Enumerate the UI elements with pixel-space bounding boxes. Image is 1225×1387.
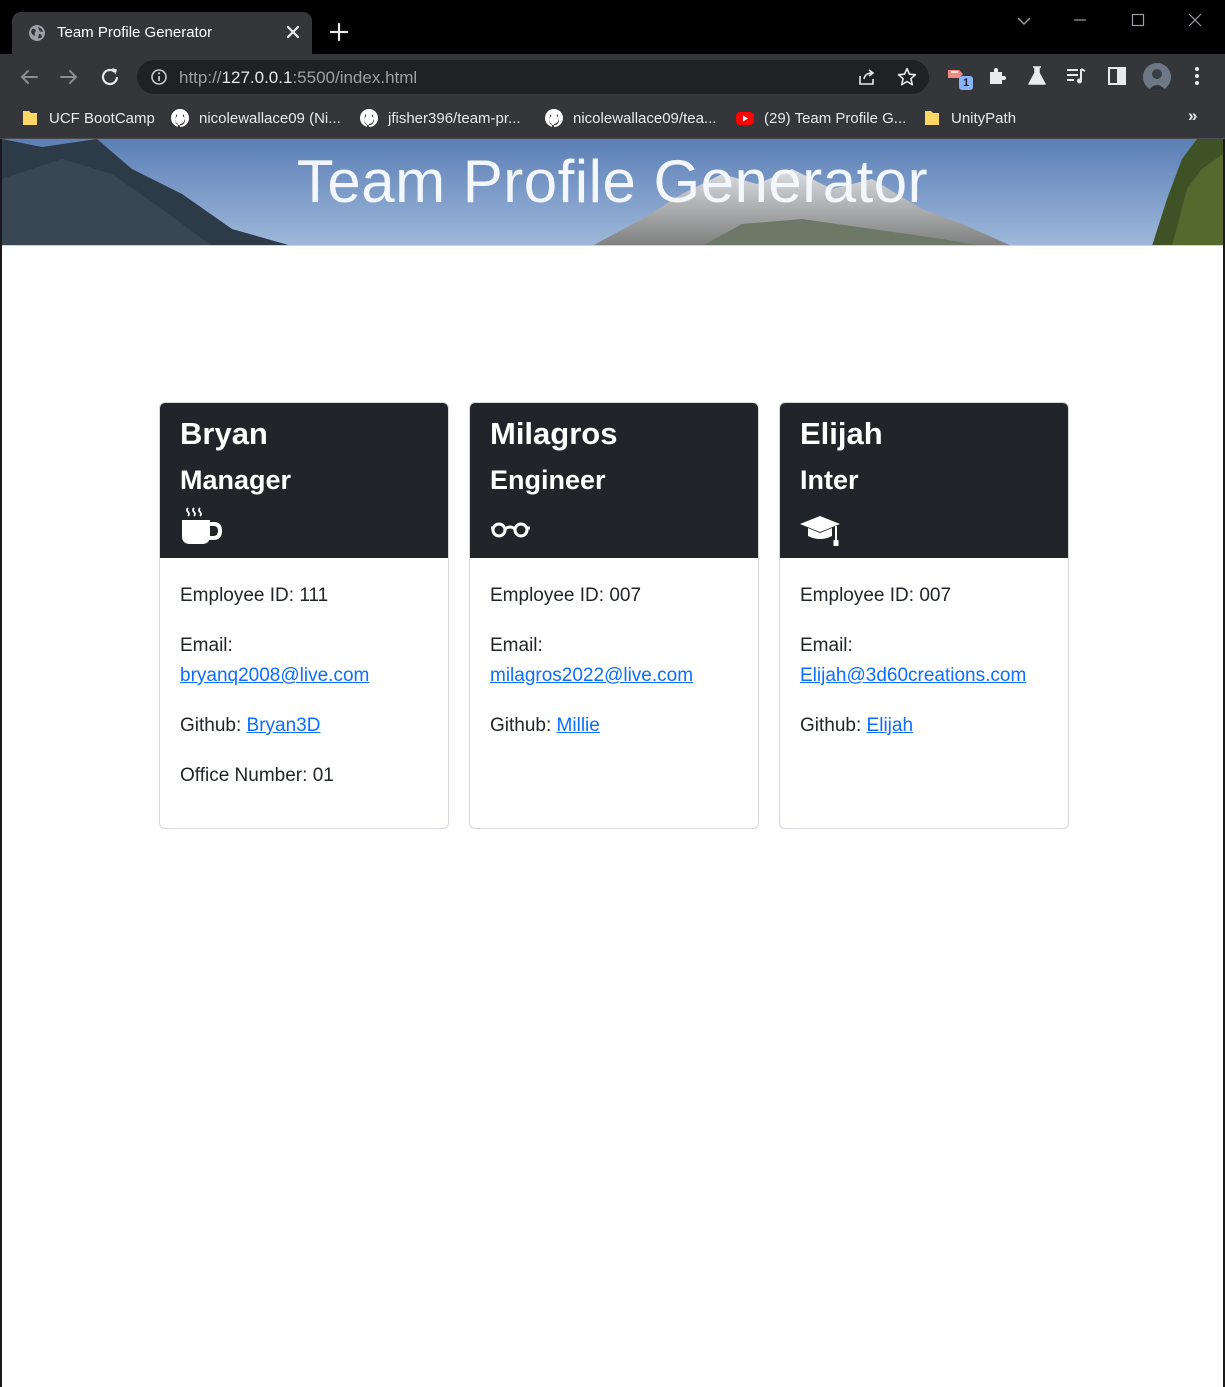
folder-icon: [925, 111, 939, 125]
browser-tab[interactable]: Team Profile Generator: [12, 12, 312, 54]
extension-badge-icon[interactable]: 1: [945, 64, 973, 90]
github-row: Github: Bryan3D: [180, 715, 321, 736]
forward-arrow-icon[interactable]: [57, 65, 81, 89]
bookmark-item[interactable]: UCF BootCamp: [20, 107, 155, 129]
github-link[interactable]: Bryan3D: [247, 715, 321, 736]
bookmark-item[interactable]: jfisher396/team-pr...: [359, 107, 521, 129]
employee-card: Elijah Inter Employee ID: 007 Email: Eli…: [779, 402, 1069, 829]
employee-role: Inter: [800, 465, 859, 495]
graduation-cap-icon: [800, 516, 840, 546]
bookmarks-bar: UCF BootCamp nicolewallace09 (Ni... jfis…: [0, 100, 1225, 139]
employee-id-row: Employee ID: 007: [800, 585, 952, 606]
page-title: Team Profile Generator: [296, 148, 929, 215]
globe-icon: [29, 25, 45, 41]
bookmark-item[interactable]: (29) Team Profile G...: [735, 107, 906, 129]
employee-name: Elijah: [800, 416, 883, 451]
coffee-mug-icon: [182, 507, 223, 544]
maximize-icon[interactable]: [1118, 8, 1158, 34]
github-row: Github: Elijah: [800, 715, 914, 736]
bookmark-star-icon[interactable]: [896, 66, 918, 88]
email-label: Email:: [490, 635, 543, 656]
tab-search-icon[interactable]: [1004, 8, 1044, 34]
github-link[interactable]: Elijah: [867, 715, 913, 736]
employee-id-value: 007: [609, 585, 642, 606]
reload-icon[interactable]: [98, 65, 122, 89]
card-header: Elijah Inter: [780, 403, 1068, 558]
page-viewport: Team Profile Generator Bryan Manager Emp…: [0, 139, 1225, 1387]
extension-badge-count: 1: [959, 76, 973, 90]
labs-flask-icon[interactable]: [1025, 64, 1049, 88]
back-arrow-icon[interactable]: [17, 65, 41, 89]
employee-role: Engineer: [490, 465, 606, 495]
tab-title: Team Profile Generator: [57, 24, 213, 41]
address-bar[interactable]: http://127.0.0.1:5500/index.html: [137, 60, 929, 94]
github-icon: [171, 109, 189, 127]
more-bookmarks-chevron[interactable]: »: [1188, 106, 1197, 126]
site-info-icon[interactable]: [150, 68, 168, 86]
github-icon: [360, 109, 378, 127]
bookmark-item[interactable]: UnityPath: [922, 107, 1016, 129]
browser-toolbar: http://127.0.0.1:5500/index.html 1: [0, 54, 1225, 100]
card-header: Milagros Engineer: [470, 403, 758, 558]
folder-icon: [23, 111, 37, 125]
employee-name: Milagros: [490, 416, 618, 451]
employee-id-value: 007: [919, 585, 952, 606]
office-number-value: 01: [312, 765, 334, 786]
employee-id-row: Employee ID: 007: [490, 585, 642, 606]
share-icon[interactable]: [856, 66, 878, 88]
menu-kebab-icon[interactable]: [1185, 64, 1209, 88]
email-link[interactable]: Elijah@3d60creations.com: [800, 661, 1026, 691]
github-row: Github: Millie: [490, 715, 600, 736]
card-header: Bryan Manager: [160, 403, 448, 558]
employee-card: Milagros Engineer Employee ID: 007 Email…: [469, 402, 759, 829]
new-tab-icon[interactable]: [328, 21, 350, 43]
media-queue-icon[interactable]: [1064, 64, 1088, 88]
employee-id-value: 111: [299, 585, 329, 606]
github-icon: [545, 109, 563, 127]
email-label: Email:: [180, 635, 233, 656]
minimize-icon[interactable]: [1060, 8, 1100, 34]
browser-chrome: Team Profile Generator http://127.0.0.1:…: [0, 0, 1225, 139]
hero-banner: Team Profile Generator: [2, 139, 1223, 246]
employee-name: Bryan: [180, 416, 268, 451]
extensions-puzzle-icon[interactable]: [985, 64, 1009, 88]
email-link[interactable]: bryanq2008@live.com: [180, 661, 369, 691]
github-link[interactable]: Millie: [557, 715, 600, 736]
youtube-icon: [736, 112, 754, 125]
side-panel-icon[interactable]: [1105, 64, 1129, 88]
email-label: Email:: [800, 635, 853, 656]
tab-strip: Team Profile Generator: [0, 0, 1225, 54]
close-window-icon[interactable]: [1175, 8, 1215, 34]
glasses-icon: [491, 522, 530, 538]
employee-card: Bryan Manager Employee ID: 111 Email: br…: [159, 402, 449, 829]
office-number-row: Office Number: 01: [180, 765, 334, 786]
url-text[interactable]: http://127.0.0.1:5500/index.html: [179, 68, 417, 87]
email-link[interactable]: milagros2022@live.com: [490, 661, 693, 691]
bookmark-item[interactable]: nicolewallace09/tea...: [544, 107, 716, 129]
employee-role: Manager: [180, 465, 292, 495]
close-tab-icon[interactable]: [284, 23, 302, 41]
profile-avatar[interactable]: [1143, 63, 1171, 91]
bookmark-item[interactable]: nicolewallace09 (Ni...: [170, 107, 341, 129]
employee-id-row: Employee ID: 111: [180, 585, 329, 606]
